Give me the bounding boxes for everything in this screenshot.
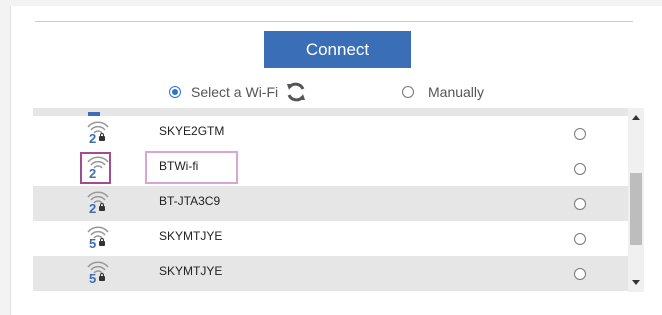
network-row[interactable]: 2 BTWi-fi — [33, 151, 628, 186]
network-row[interactable]: 5 SKYMTJYE — [33, 256, 628, 291]
wifi-setup-panel: Connect Select a Wi-Fi Manually 2 SKYE2GT… — [10, 6, 662, 315]
network-select-radio[interactable] — [574, 128, 586, 140]
refresh-icon[interactable] — [284, 80, 308, 104]
wifi-icon: 5 — [84, 224, 112, 254]
network-select-radio[interactable] — [574, 233, 586, 245]
lock-icon — [99, 203, 105, 211]
icon-highlight-box — [80, 152, 111, 184]
band-label: 2 — [89, 201, 97, 216]
scroll-thumb[interactable] — [630, 173, 642, 245]
band-label: 5 — [89, 271, 97, 286]
scrollbar[interactable] — [628, 108, 644, 292]
select-wifi-label: Select a Wi-Fi — [191, 84, 279, 100]
list-item-partial — [33, 108, 628, 116]
network-row[interactable]: 2 BT-JTA3C9 — [33, 186, 628, 221]
network-list: 2 SKYE2GTM 2 BTWi-fi 2 BT-JTA3C9 5 SKYMTJYE 5 SKY… — [33, 108, 628, 292]
scroll-up-arrow-icon[interactable] — [632, 115, 640, 120]
network-ssid: SKYMTJYE — [159, 264, 223, 278]
network-ssid: SKYMTJYE — [159, 229, 223, 243]
wifi-icon: 2 — [84, 189, 112, 219]
connection-mode-group: Select a Wi-Fi Manually — [11, 80, 651, 104]
network-row[interactable]: 5 SKYMTJYE — [33, 221, 628, 256]
lock-icon — [99, 238, 105, 246]
network-ssid: SKYE2GTM — [159, 124, 225, 138]
manually-radio[interactable] — [402, 86, 414, 98]
select-wifi-radio[interactable] — [169, 86, 181, 98]
connect-button[interactable]: Connect — [264, 31, 411, 68]
network-select-radio[interactable] — [574, 268, 586, 280]
scroll-down-arrow-icon[interactable] — [632, 280, 640, 285]
manually-label: Manually — [428, 84, 485, 100]
wifi-icon: 5 — [84, 259, 112, 289]
ssid-highlight-box — [145, 151, 238, 184]
network-select-radio[interactable] — [574, 198, 586, 210]
band-label: 2 — [89, 131, 97, 146]
lock-icon — [99, 133, 105, 141]
network-select-radio[interactable] — [574, 163, 586, 175]
divider — [35, 21, 633, 22]
lock-icon — [99, 273, 105, 281]
band-label: 5 — [89, 236, 97, 251]
network-row[interactable]: 2 SKYE2GTM — [33, 116, 628, 151]
wifi-icon: 2 — [84, 119, 112, 149]
network-ssid: BT-JTA3C9 — [159, 194, 221, 208]
